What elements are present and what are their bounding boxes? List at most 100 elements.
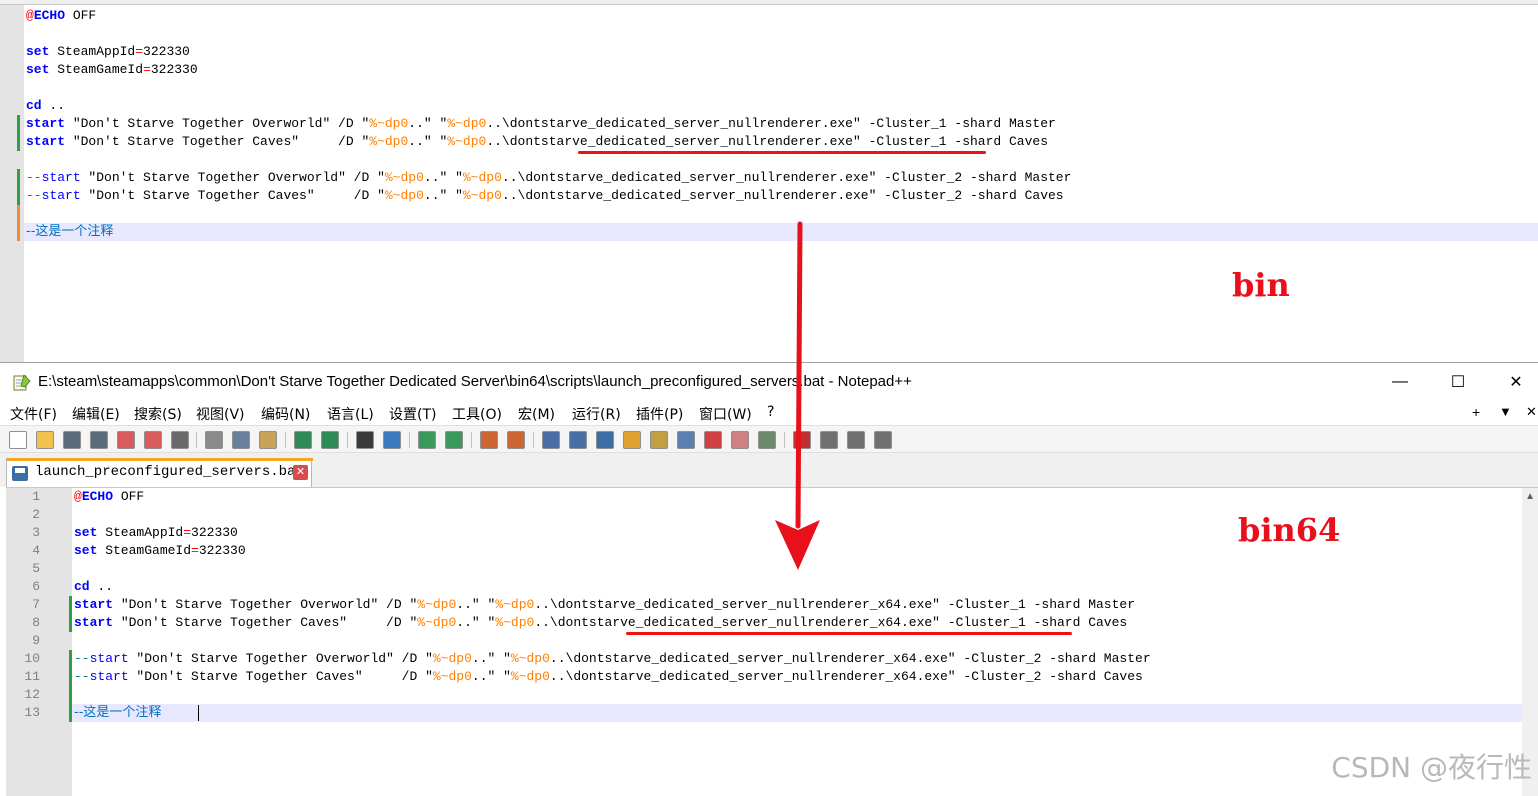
code-token: start	[90, 669, 129, 684]
toolbar-separator	[285, 432, 286, 448]
code-token: ..\dontstarve_dedicated_server_nullrende…	[486, 134, 1048, 149]
code-line: set SteamGameId=322330	[26, 61, 198, 79]
menu-item[interactable]: 窗口(W)	[699, 404, 752, 424]
code-token: ..\dontstarve_dedicated_server_nullrende…	[486, 116, 1056, 131]
menu-item[interactable]: 运行(R)	[572, 404, 621, 424]
code-token: =	[143, 62, 151, 77]
menu-item[interactable]: 工具(O)	[452, 404, 502, 424]
zoom-out-icon[interactable]	[445, 431, 463, 449]
find-icon[interactable]	[356, 431, 374, 449]
paste-icon[interactable]	[259, 431, 277, 449]
redo-icon[interactable]	[321, 431, 339, 449]
code-token: start	[42, 188, 81, 203]
code-token: %~dp0	[495, 597, 534, 612]
tab-close-icon[interactable]: ✕	[293, 465, 308, 480]
lang-icon[interactable]	[623, 431, 641, 449]
text-caret	[198, 705, 199, 721]
menu-item[interactable]: 插件(P)	[636, 404, 683, 424]
code-token: start	[74, 615, 113, 630]
menu-item[interactable]: 设置(T)	[389, 404, 436, 424]
change-marker	[69, 686, 72, 722]
close-window-button[interactable]: ✕	[1502, 371, 1530, 393]
close-document-button[interactable]: ✕	[1526, 404, 1537, 420]
code-line: cd ..	[26, 97, 65, 115]
undo-icon[interactable]	[294, 431, 312, 449]
tab-list-dropdown-button[interactable]: ▼	[1499, 404, 1512, 419]
code-token: %~dp0	[369, 134, 408, 149]
close-all-icon[interactable]	[144, 431, 162, 449]
tab-launch-preconfigured-servers[interactable]: launch_preconfigured_servers.bat ✕	[6, 458, 312, 487]
close-icon[interactable]	[117, 431, 135, 449]
code-token: ..\dontstarve_dedicated_server_nullrende…	[550, 669, 1143, 684]
code-token: %~dp0	[511, 669, 550, 684]
menu-item[interactable]: 语言(L)	[327, 404, 374, 424]
open-file-icon[interactable]	[36, 431, 54, 449]
code-token: .." "	[424, 170, 463, 185]
print-icon[interactable]	[171, 431, 189, 449]
menu-item[interactable]: 视图(V)	[196, 404, 245, 424]
function-list-icon[interactable]	[677, 431, 695, 449]
code-token: start	[26, 134, 65, 149]
code-token: %~dp0	[417, 615, 456, 630]
toolbar-separator	[196, 432, 197, 448]
maximize-button[interactable]: ☐	[1444, 371, 1472, 393]
menu-item[interactable]: 搜索(S)	[134, 404, 182, 424]
code-token: =	[183, 525, 191, 540]
code-token: 322330	[151, 62, 198, 77]
code-token: "Don't Starve Together Caves" /D "	[113, 615, 417, 630]
code-token: .." "	[424, 188, 463, 203]
change-marker	[17, 169, 20, 205]
code-token: .." "	[408, 116, 447, 131]
folder-workspace-icon[interactable]	[704, 431, 722, 449]
cut-icon[interactable]	[205, 431, 223, 449]
code-token: %~dp0	[511, 651, 550, 666]
code-token: @	[26, 8, 34, 23]
code-token: ..\dontstarve_dedicated_server_nullrende…	[502, 170, 1072, 185]
show-all-chars-icon[interactable]	[569, 431, 587, 449]
code-token: "Don't Starve Together Overworld" /D "	[113, 597, 417, 612]
menu-item[interactable]: 文件(F)	[10, 404, 57, 424]
menu-item[interactable]: 宏(M)	[518, 404, 555, 424]
new-tab-plus-button[interactable]: +	[1472, 404, 1480, 420]
active-tab-accent	[7, 458, 313, 461]
scroll-up-arrow-icon[interactable]: ▲	[1525, 491, 1535, 502]
replace-icon[interactable]	[383, 431, 401, 449]
code-token: 322330	[199, 543, 246, 558]
code-token: "Don't Starve Together Overworld" /D "	[81, 170, 385, 185]
save-macro-icon[interactable]	[874, 431, 892, 449]
new-file-icon[interactable]	[9, 431, 27, 449]
code-token: "Don't Starve Together Caves" /D "	[129, 669, 433, 684]
save-icon[interactable]	[63, 431, 81, 449]
indent-guide-icon[interactable]	[596, 431, 614, 449]
minimize-button[interactable]: —	[1386, 371, 1414, 393]
menu-item[interactable]: 编码(N)	[261, 404, 310, 424]
code-token: SteamGameId	[97, 543, 191, 558]
line-number: 3	[6, 524, 40, 542]
toolbar-separator	[347, 432, 348, 448]
copy-icon[interactable]	[232, 431, 250, 449]
sync-horizontal-icon[interactable]	[507, 431, 525, 449]
code-line: start "Don't Starve Together Overworld" …	[26, 115, 1056, 133]
code-token: start	[90, 651, 129, 666]
save-all-icon[interactable]	[90, 431, 108, 449]
document-tab-bar: launch_preconfigured_servers.bat ✕	[0, 453, 1538, 487]
menu-item[interactable]: 编辑(E)	[72, 404, 120, 424]
code-line: start "Don't Starve Together Caves" /D "…	[74, 614, 1127, 632]
code-token: %~dp0	[463, 188, 502, 203]
code-line: --start "Don't Starve Together Overworld…	[26, 169, 1071, 187]
monitor-icon[interactable]	[731, 431, 749, 449]
code-line: @ECHO OFF	[74, 488, 144, 506]
word-wrap-icon[interactable]	[542, 431, 560, 449]
title-bar[interactable]: E:\steam\steamapps\common\Don't Starve T…	[0, 363, 1538, 401]
zoom-in-icon[interactable]	[418, 431, 436, 449]
red-down-arrow-annotation	[770, 220, 830, 580]
code-token: ..\dontstarve_dedicated_server_nullrende…	[534, 615, 1127, 630]
code-token: set	[74, 543, 97, 558]
sync-vertical-icon[interactable]	[480, 431, 498, 449]
change-marker	[69, 596, 72, 632]
code-token: ..\dontstarve_dedicated_server_nullrende…	[502, 188, 1064, 203]
code-token: OFF	[65, 8, 96, 23]
line-number: 9	[6, 632, 40, 650]
run-macro-multiple-icon[interactable]	[847, 431, 865, 449]
doc-map-icon[interactable]	[650, 431, 668, 449]
